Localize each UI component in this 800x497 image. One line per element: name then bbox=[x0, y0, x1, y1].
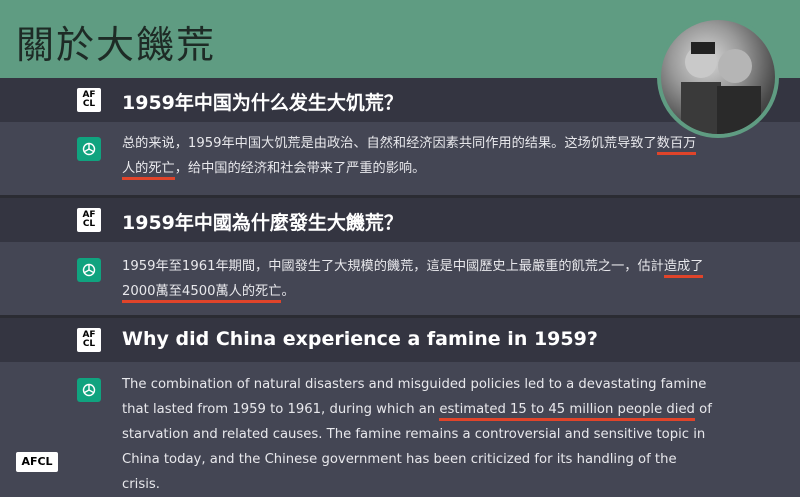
answer-text: The combination of natural disasters and… bbox=[122, 377, 712, 492]
answer-row-1: 总的来说，1959年中国大饥荒是由政治、自然和经济因素共同作用的结果。这场饥荒导… bbox=[0, 122, 800, 195]
user-avatar-icon: AF CL bbox=[77, 208, 101, 232]
chatgpt-logo-icon bbox=[77, 378, 101, 402]
question-row-2: AF CL 1959年中國為什麼發生大饑荒？ bbox=[0, 198, 800, 242]
chatgpt-logo-icon bbox=[77, 137, 101, 161]
answer-text: 1959年至1961年期間，中國發生了大規模的饑荒，這是中國歷史上最嚴重的飢荒之… bbox=[122, 254, 712, 304]
question-row-3: AF CL Why did China experience a famine i… bbox=[0, 318, 800, 362]
question-text: 1959年中國為什麼發生大饑荒？ bbox=[122, 212, 403, 234]
question-text: Why did China experience a famine in 195… bbox=[122, 328, 598, 350]
highlighted-phrase: estimated 15 to 45 million people died bbox=[439, 402, 695, 421]
user-avatar-icon: AF CL bbox=[77, 88, 101, 112]
page-title: 關於大饑荒 bbox=[16, 23, 217, 67]
answer-row-3: The combination of natural disasters and… bbox=[0, 362, 800, 492]
chatgpt-logo-icon bbox=[77, 258, 101, 282]
afcl-logo-badge: AFCL bbox=[16, 452, 58, 472]
answer-row-2: 1959年至1961年期間，中國發生了大規模的饑荒，這是中國歷史上最嚴重的飢荒之… bbox=[0, 242, 800, 315]
question-text: 1959年中国为什么发生大饥荒？ bbox=[122, 92, 403, 114]
answer-text: 总的来说，1959年中国大饥荒是由政治、自然和经济因素共同作用的结果。这场饥荒导… bbox=[122, 131, 702, 181]
famine-photo bbox=[657, 16, 779, 138]
user-avatar-icon: AF CL bbox=[77, 328, 101, 352]
